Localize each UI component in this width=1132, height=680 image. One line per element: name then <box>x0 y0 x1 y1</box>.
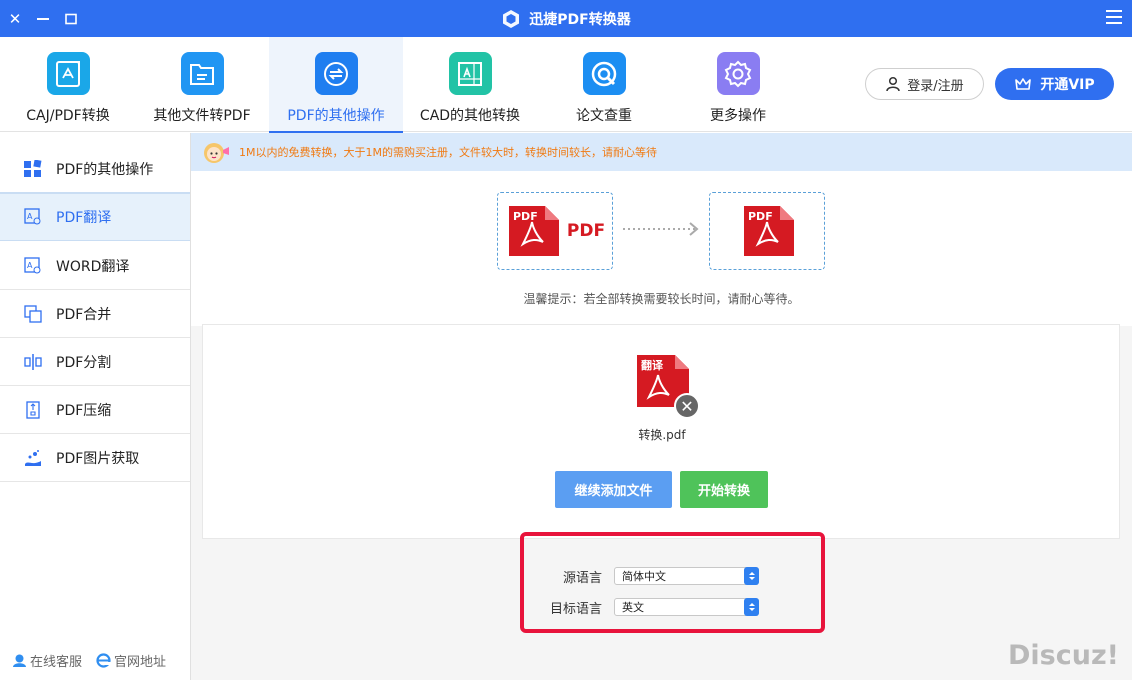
source-language-select[interactable]: 简体中文 <box>614 567 759 585</box>
pdf-badge: PDF <box>513 210 538 223</box>
source-pdf-text: PDF <box>566 221 606 241</box>
split-icon <box>24 353 42 371</box>
hamburger-menu-icon[interactable] <box>1106 10 1122 26</box>
sidebar-item-pdf-translate[interactable]: A PDF翻译 <box>0 193 190 241</box>
source-language-label: 源语言 <box>562 570 602 586</box>
tool-caj-pdf-convert[interactable]: CAJ/PDF转换 <box>1 37 135 132</box>
sidebar-item-label: PDF合并 <box>56 306 112 323</box>
source-file-box: PDF PDF <box>497 192 613 270</box>
notice-text: 1M以内的免费转换，大于1M的需购买注册，文件较大时，转换时间较长，请耐心等待 <box>239 146 657 159</box>
sidebar-item-word-translate[interactable]: A WORD翻译 <box>0 242 190 290</box>
language-settings-box: 源语言 简体中文 目标语言 英文 <box>520 532 825 633</box>
sidebar-item-pdf-other-ops[interactable]: PDF的其他操作 <box>0 145 190 193</box>
sidebar-item-pdf-split[interactable]: PDF分割 <box>0 338 190 386</box>
crown-icon <box>1015 78 1032 90</box>
target-language-row: 目标语言 英文 <box>524 597 821 617</box>
sidebar-item-label: PDF压缩 <box>56 402 112 419</box>
tool-pdf-other-ops[interactable]: PDF的其他操作 <box>269 37 403 133</box>
vip-label: 开通VIP <box>1040 77 1095 93</box>
select-arrows-icon <box>744 598 759 616</box>
pdf-ops-icon <box>314 52 358 95</box>
select-arrows-icon <box>744 567 759 585</box>
title-bar: ✕ 迅捷PDF转换器 <box>0 0 1132 37</box>
tool-paper-check[interactable]: 论文查重 <box>537 37 671 132</box>
tip-text: 温馨提示：若全部转换需要较长时间，请耐心等待。 <box>523 292 800 306</box>
official-website-link[interactable]: 官网地址 <box>96 651 166 670</box>
target-language-select[interactable]: 英文 <box>614 598 759 616</box>
target-file-box: PDF <box>709 192 825 270</box>
paper-check-icon <box>582 52 626 95</box>
app-title: 迅捷PDF转换器 <box>529 11 631 28</box>
sidebar-footer: 在线客服 官网地址 <box>12 651 166 670</box>
browser-e-icon <box>96 653 112 668</box>
sidebar-item-label: PDF的其他操作 <box>56 161 154 178</box>
window-controls: ✕ <box>8 0 78 37</box>
tool-label: 更多操作 <box>710 108 766 124</box>
target-language-label: 目标语言 <box>549 601 602 617</box>
sidebar-item-label: WORD翻译 <box>56 258 130 275</box>
close-icon[interactable]: ✕ <box>8 11 22 26</box>
online-support-link[interactable]: 在线客服 <box>12 651 82 670</box>
caj-convert-icon <box>46 52 90 95</box>
merge-icon <box>24 304 42 323</box>
user-icon <box>886 76 901 92</box>
sidebar-item-pdf-compress[interactable]: PDF压缩 <box>0 386 190 434</box>
tool-more-ops[interactable]: 更多操作 <box>671 37 805 132</box>
sidebar-item-label: PDF图片获取 <box>56 450 140 467</box>
file-badge: 翻译 <box>641 358 664 372</box>
tool-cad-convert[interactable]: CAD的其他转换 <box>403 37 537 132</box>
main-toolbar: CAJ/PDF转换 其他文件转PDF PDF的其他操作 CAD的其他转换 论文查… <box>0 37 1132 133</box>
file-to-pdf-icon <box>180 52 224 95</box>
compress-icon <box>24 400 42 419</box>
source-language-row: 源语言 简体中文 <box>524 566 821 586</box>
add-more-files-button[interactable]: 继续添加文件 <box>555 471 672 508</box>
file-name: 转换.pdf <box>638 428 686 442</box>
maximize-icon[interactable] <box>64 12 78 26</box>
app-logo-icon <box>503 9 520 28</box>
login-register-button[interactable]: 登录/注册 <box>865 68 984 100</box>
pdf-file-icon: PDF <box>508 206 559 256</box>
tool-file-to-pdf[interactable]: 其他文件转PDF <box>135 37 269 132</box>
remove-file-icon[interactable]: ✕ <box>674 393 700 419</box>
minimize-icon[interactable] <box>36 12 50 26</box>
pdf-file-icon: PDF <box>744 206 794 256</box>
sidebar-item-label: PDF翻译 <box>56 210 112 226</box>
svg-text:A: A <box>27 261 33 270</box>
sidebar-item-pdf-image-extract[interactable]: PDF图片获取 <box>0 434 190 482</box>
conversion-flow: PDF PDF PDF 温馨提示：若全部转换需要较长时间，请耐心等待。 <box>191 171 1132 326</box>
image-extract-icon <box>24 449 42 467</box>
notice-banner: 1M以内的免费转换，大于1M的需购买注册，文件较大时，转换时间较长，请耐心等待 <box>191 133 1132 171</box>
start-convert-button[interactable]: 开始转换 <box>680 471 768 508</box>
pdf-badge: PDF <box>748 210 773 223</box>
more-ops-icon <box>716 52 760 95</box>
sidebar: PDF的其他操作 A PDF翻译 A WORD翻译 PDF合并 PDF分割 PD… <box>0 133 191 680</box>
mascot-girl-icon <box>204 143 229 163</box>
tool-label: CAJ/PDF转换 <box>26 108 110 124</box>
dotted-arrow-icon <box>623 222 699 236</box>
tool-label: 其他文件转PDF <box>153 108 251 124</box>
word-translate-icon: A <box>24 256 42 275</box>
title-group: 迅捷PDF转换器 <box>0 0 1132 37</box>
discuz-watermark: Discuz! <box>1008 640 1119 671</box>
main-content: 1M以内的免费转换，大于1M的需购买注册，文件较大时，转换时间较长，请耐心等待 … <box>191 133 1132 680</box>
sidebar-item-pdf-merge[interactable]: PDF合并 <box>0 290 190 338</box>
tool-label: 论文查重 <box>576 108 632 124</box>
online-support-label: 在线客服 <box>30 655 83 670</box>
grid-icon <box>24 159 42 178</box>
translate-icon: A <box>24 208 42 226</box>
target-language-value: 英文 <box>622 601 644 614</box>
cad-convert-icon <box>448 52 492 95</box>
support-icon <box>13 654 26 667</box>
tool-label: CAD的其他转换 <box>419 108 521 124</box>
source-language-value: 简体中文 <box>622 570 666 583</box>
official-website-label: 官网地址 <box>114 655 167 670</box>
tool-label: PDF的其他操作 <box>287 108 385 124</box>
login-label: 登录/注册 <box>907 78 964 94</box>
sidebar-item-label: PDF分割 <box>56 354 112 371</box>
file-list-panel: 翻译 ✕ 转换.pdf 继续添加文件 开始转换 <box>202 324 1120 539</box>
svg-text:A: A <box>27 212 33 221</box>
vip-button[interactable]: 开通VIP <box>995 68 1114 100</box>
